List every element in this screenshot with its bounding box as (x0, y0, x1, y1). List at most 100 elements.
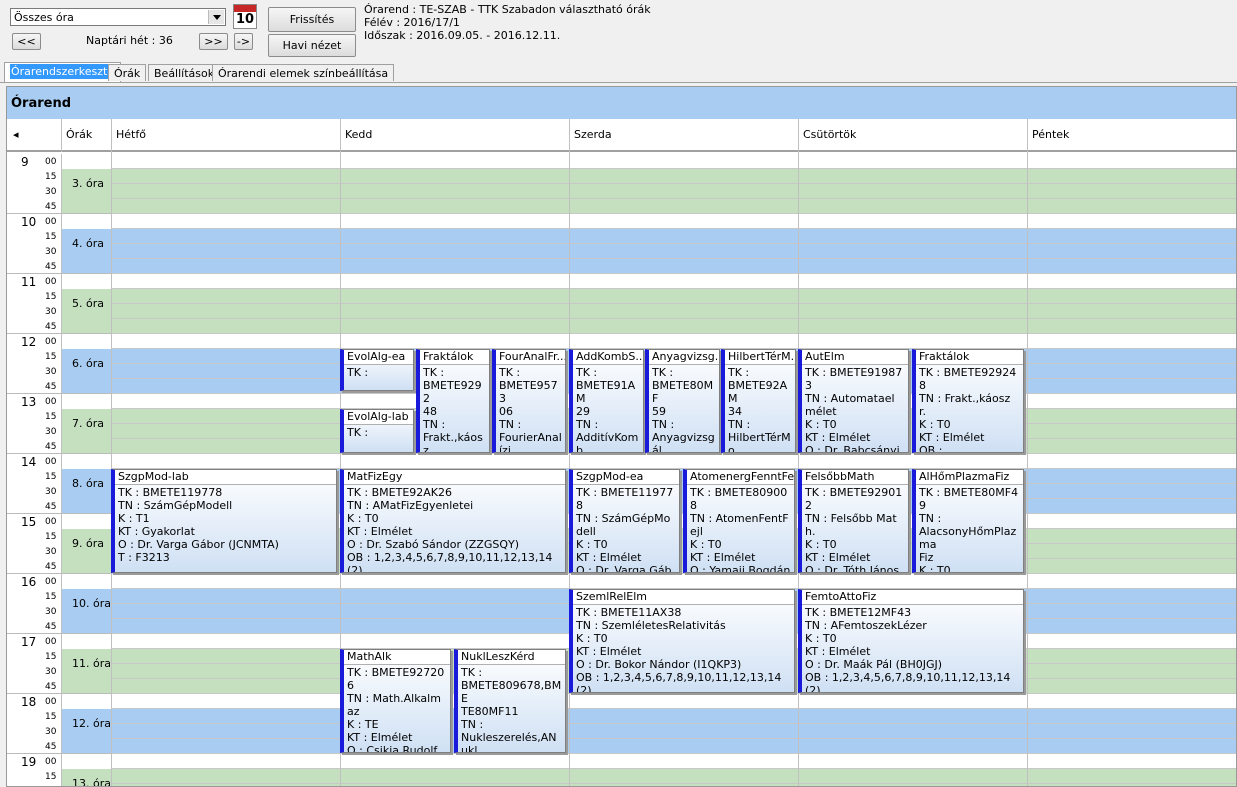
header-monday: Hétfő (111, 119, 340, 152)
timetable-event[interactable]: AtomenergFenntFejl TK : BMETE809008 TN : … (683, 469, 795, 573)
timetable-event[interactable]: HilbertTérM... TK : BMETE92AM 34 TN : Hil… (721, 349, 796, 453)
time-slot-row[interactable] (111, 694, 1236, 709)
event-title: AutElm (802, 350, 908, 365)
minute-label: 15 (45, 712, 57, 722)
time-slot-row[interactable] (111, 199, 1236, 214)
period-label: 8. óra (72, 477, 104, 490)
event-title: FourAnalFr... (496, 350, 565, 365)
timetable-event[interactable]: EvolAlg-lab TK : (340, 409, 414, 453)
period-label: 11. óra (72, 657, 111, 670)
chevron-down-icon[interactable] (208, 10, 224, 24)
time-slot-row[interactable] (111, 304, 1236, 319)
prev-week-button[interactable]: << (12, 33, 41, 50)
monthly-view-button[interactable]: Havi nézet (268, 34, 356, 57)
next-week-button[interactable]: >> (199, 33, 228, 50)
hour-cell: 18 00 15 30 45 (7, 694, 61, 754)
tab-settings[interactable]: Beállítások (148, 64, 221, 81)
time-slot-row[interactable] (111, 724, 1236, 739)
event-title: AlHőmPlazmaFiz (916, 470, 1023, 485)
time-slot-row[interactable] (111, 244, 1236, 259)
day-separator (1027, 152, 1028, 786)
time-slot-row[interactable] (111, 574, 1236, 589)
event-details: TK : BMETE92AM 34 TN : HilbertTérMo d (728, 366, 791, 453)
hour-cell: 14 00 15 30 45 (7, 454, 61, 514)
timetable-event[interactable]: FelsőbbMath TK : BMETE929012 TN : Felsőbb… (798, 469, 909, 573)
calendar-icon[interactable]: 10 (233, 4, 257, 29)
hour-cell: 16 00 15 30 45 (7, 574, 61, 634)
lesson-filter-select[interactable]: Összes óra (10, 8, 226, 26)
time-slot-row[interactable] (111, 334, 1236, 349)
header-thursday: Csütörtök (798, 119, 1027, 152)
minute-label: 45 (45, 442, 57, 452)
hour-label: 19 (21, 755, 37, 769)
period-label: 4. óra (72, 237, 104, 250)
time-slot-row[interactable] (111, 769, 1236, 784)
event-title: AtomenergFenntFejl (687, 470, 794, 485)
time-slot-row[interactable] (111, 214, 1236, 229)
period-label: 6. óra (72, 357, 104, 370)
minute-label: 30 (45, 427, 57, 437)
timetable-event[interactable]: SzgpMod-lab TK : BMETE119778 TN : SzámGép… (111, 469, 337, 573)
time-slot-row[interactable] (111, 229, 1236, 244)
minute-label: 00 (45, 337, 57, 347)
period-label: 12. óra (72, 717, 111, 730)
tab-color-settings[interactable]: Órarendi elemek színbeállítása (212, 64, 395, 81)
hour-label: 17 (21, 635, 37, 649)
event-details: TK : BMETE9292 48 TN : Frakt.,káosz r. (423, 366, 483, 453)
event-details: TK : (347, 426, 369, 439)
timetable-event[interactable]: Fraktálok TK : BMETE929248 TN : Frakt.,ká… (912, 349, 1024, 453)
time-slot-row[interactable] (111, 184, 1236, 199)
hour-cell: 9 00 15 30 45 (7, 154, 61, 214)
minute-label: 30 (45, 307, 57, 317)
tab-lessons[interactable]: Órák (108, 64, 147, 81)
timetable-event[interactable]: MatFizEgy TK : BMETE92AK26 TN : AMatFizEg… (340, 469, 566, 573)
time-slot-row[interactable] (111, 169, 1236, 184)
timetable-event[interactable]: SzemlRelElm TK : BMETE11AX38 TN : Szemlél… (569, 589, 795, 693)
minute-label: 15 (45, 772, 57, 782)
goto-week-button[interactable]: -> (234, 33, 253, 50)
period-cell: 4. óra (61, 214, 111, 274)
timetable-event[interactable]: MathAlk TK : BMETE927206 TN : Math.Alkalm… (340, 649, 451, 753)
minute-label: 15 (45, 472, 57, 482)
time-slot-row[interactable] (111, 319, 1236, 334)
time-slot-row[interactable] (111, 274, 1236, 289)
minute-label: 30 (45, 247, 57, 257)
event-details: TK : BMETE80MF 59 TN : Anyagvizsgál atNe… (652, 366, 715, 453)
hour-label: 13 (21, 395, 37, 409)
timetable-event[interactable]: AlHőmPlazmaFiz TK : BMETE80MF49 TN : Alac… (912, 469, 1024, 573)
minute-label: 00 (45, 157, 57, 167)
minute-label: 00 (45, 757, 57, 767)
event-details: TK : BMETE927206 TN : Math.Alkalmaz K : … (347, 666, 445, 753)
minute-label: 45 (45, 622, 57, 632)
hour-label: 14 (21, 455, 37, 469)
timetable-event[interactable]: SzgpMod-ea TK : BMETE119778 TN : SzámGépM… (569, 469, 680, 573)
timetable-event[interactable]: Fraktálok TK : BMETE9292 48 TN : Frakt.,k… (416, 349, 490, 453)
lesson-filter-value: Összes óra (14, 11, 74, 24)
refresh-button[interactable]: Frissítés (268, 7, 356, 32)
semester-info: Félév : 2016/17/1 (364, 16, 460, 29)
timetable-event[interactable]: AutElm TK : BMETE919873 TN : Automataelmé… (798, 349, 909, 453)
timetable-event[interactable]: NuklLeszKérd TK : BMETE809678,BME TE80MF1… (454, 649, 566, 753)
time-slot-row[interactable] (111, 754, 1236, 769)
tab-timetable-editor[interactable]: Órarendszerkesztő (4, 62, 122, 82)
time-slot-row[interactable] (111, 259, 1236, 274)
minute-label: 15 (45, 532, 57, 542)
time-slot-row[interactable] (111, 454, 1236, 469)
time-slot-row[interactable] (111, 154, 1236, 169)
minute-label: 15 (45, 652, 57, 662)
minute-label: 15 (45, 232, 57, 242)
event-title: SzemlRelElm (573, 590, 794, 605)
time-slot-row[interactable] (111, 709, 1236, 724)
timetable-event[interactable]: AddKombS... TK : BMETE91AM 29 TN : Addití… (569, 349, 644, 453)
hour-cell: 10 00 15 30 45 (7, 214, 61, 274)
timetable-event[interactable]: Anyagvizsg... TK : BMETE80MF 59 TN : Anya… (645, 349, 720, 453)
period-label: 10. óra (72, 597, 111, 610)
time-slot-row[interactable] (111, 289, 1236, 304)
timetable-event[interactable]: FourAnalFr... TK : BMETE9573 06 TN : Four… (492, 349, 566, 453)
minute-label: 15 (45, 592, 57, 602)
scroll-left-icon[interactable]: ◂ (7, 119, 27, 152)
timetable-event[interactable]: EvolAlg-ea TK : (340, 349, 414, 391)
event-title: NuklLeszKérd (458, 650, 565, 665)
timetable-event[interactable]: FemtoAttoFiz TK : BMETE12MF43 TN : AFemto… (798, 589, 1024, 693)
time-slot-row[interactable] (111, 739, 1236, 754)
